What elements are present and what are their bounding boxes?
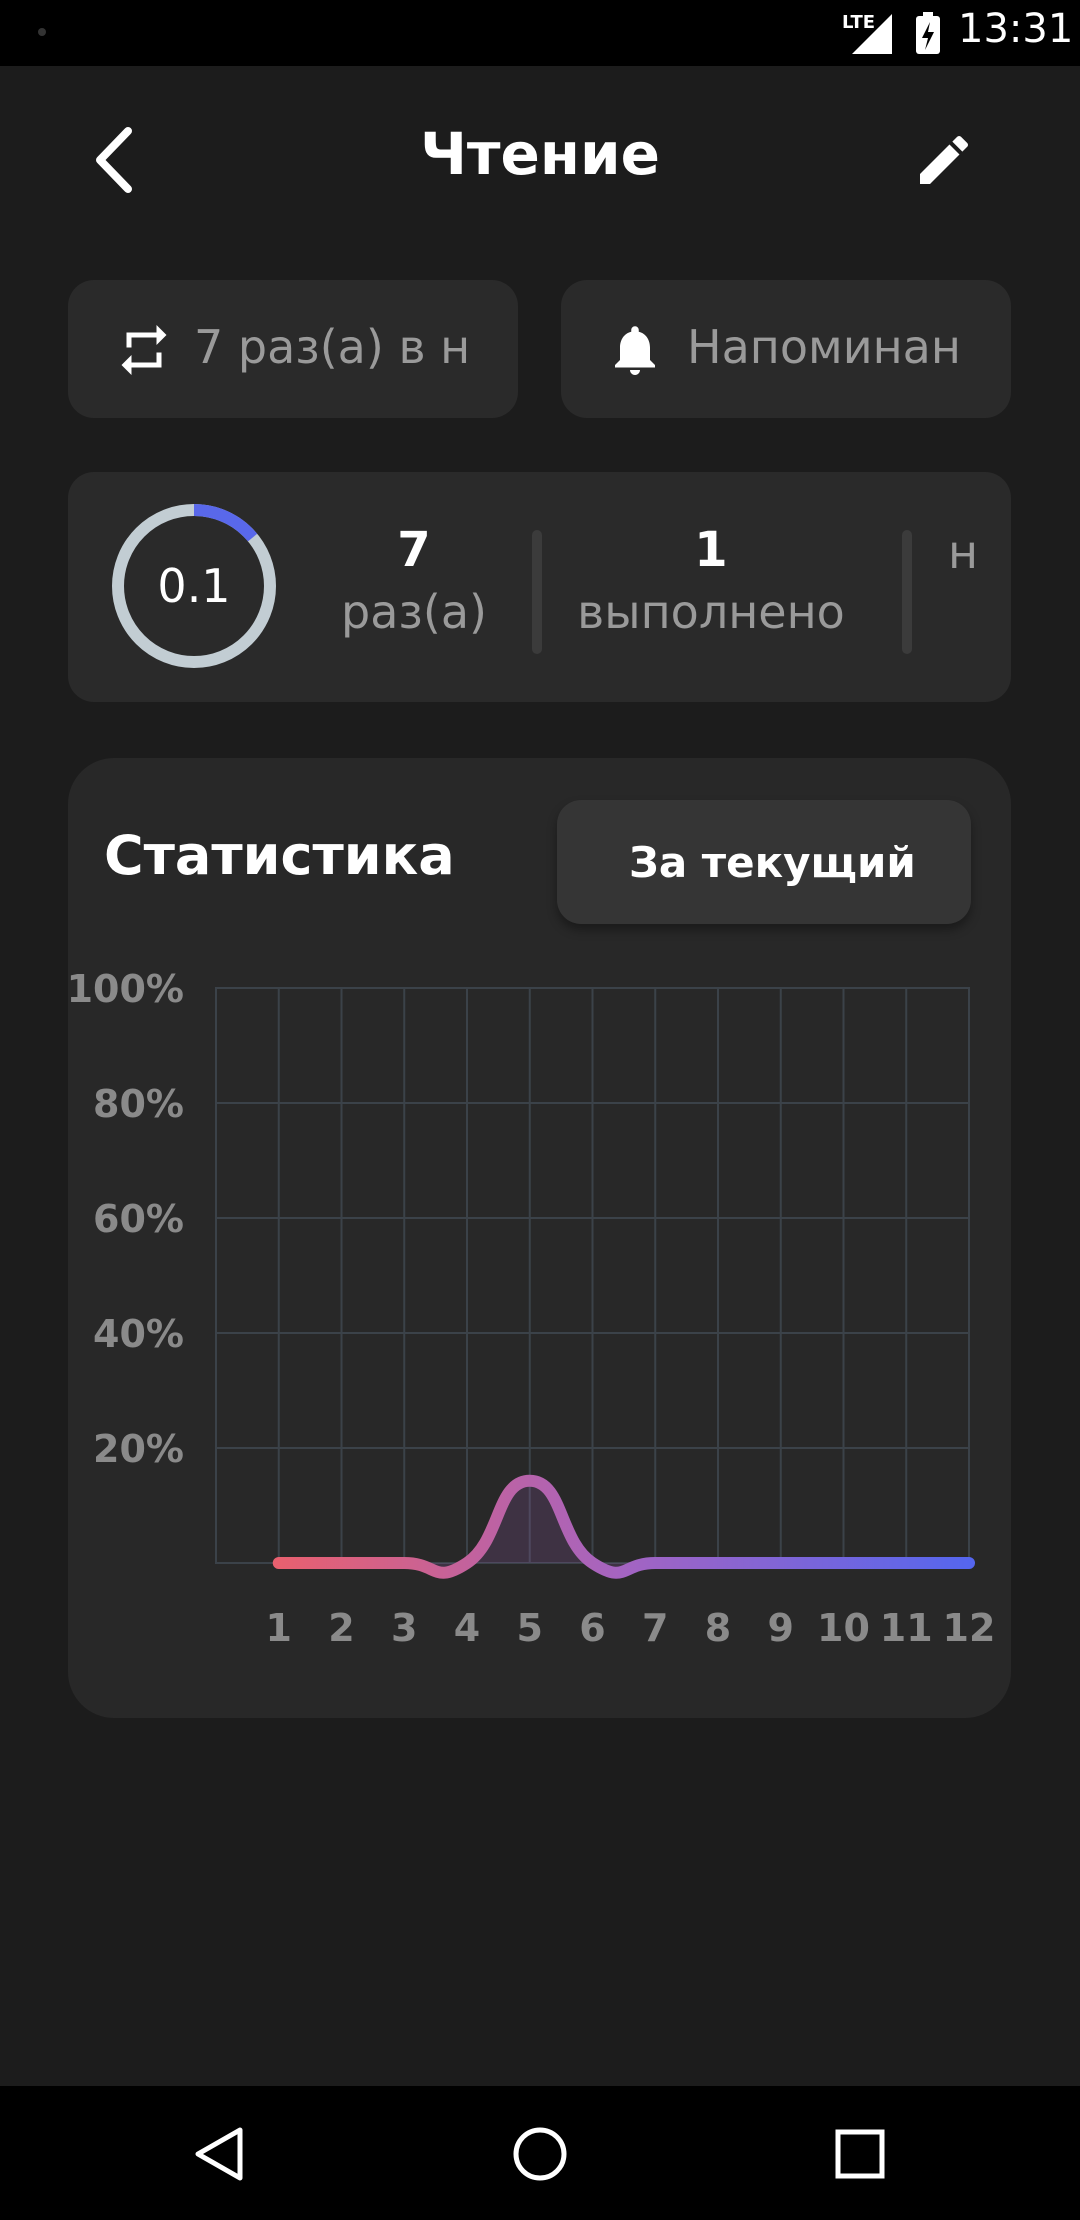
home-nav-icon[interactable] [508, 2122, 572, 2186]
signal-icon [852, 14, 892, 54]
back-nav-icon[interactable] [188, 2122, 252, 2186]
times-stat: 7 раз(а) [324, 520, 504, 644]
reminder-chip[interactable]: Напоминан [561, 280, 1011, 418]
x-tick-label: 1 [266, 1606, 292, 1650]
y-tick-label: 60% [93, 1197, 184, 1241]
x-tick-label: 7 [642, 1606, 668, 1650]
x-tick-label: 3 [391, 1606, 417, 1650]
x-tick-label: 2 [328, 1606, 354, 1650]
done-label: выполнено [577, 585, 845, 639]
edit-pencil-icon[interactable] [912, 128, 976, 192]
notification-dot [38, 28, 46, 36]
recents-nav-icon[interactable] [828, 2122, 892, 2186]
progress-value: 0.1 [157, 559, 231, 613]
x-tick-label: 8 [705, 1606, 731, 1650]
habit-summary-card: 0.1 7 раз(а) 1 выполнено н [68, 472, 1011, 702]
x-tick-label: 4 [454, 1606, 480, 1650]
done-number: 1 [694, 522, 728, 578]
status-bar: LTE 13:31 [0, 0, 1080, 66]
third-stat: н [948, 520, 1011, 584]
statistics-card: Статистика За текущий го 20%40%60%80%100… [68, 758, 1011, 1718]
frequency-chip[interactable]: 7 раз(а) в н [68, 280, 518, 418]
x-tick-label: 12 [943, 1606, 996, 1650]
third-label: н [948, 525, 979, 579]
y-tick-label: 80% [93, 1082, 184, 1126]
progress-chart: 20%40%60%80%100%1 2 3 4 5 6 7 8 9 10 11 12 [68, 967, 996, 1650]
done-stat: 1 выполнено [576, 520, 846, 644]
x-tick-label: 10 [817, 1606, 870, 1650]
repeat-icon [121, 325, 167, 375]
bell-icon [615, 326, 655, 375]
x-tick-label: 6 [579, 1606, 605, 1650]
battery-charging-icon [916, 12, 940, 54]
times-label: раз(а) [341, 585, 487, 639]
times-number: 7 [397, 522, 431, 578]
y-tick-label: 40% [93, 1312, 184, 1356]
y-tick-label: 20% [93, 1427, 184, 1471]
y-tick-label: 100% [68, 967, 184, 1011]
navigation-bar [0, 2086, 1080, 2220]
x-tick-label: 9 [768, 1606, 794, 1650]
stat-divider [902, 530, 912, 654]
clock: 13:31 [958, 6, 1074, 52]
x-tick-label: 5 [517, 1606, 543, 1650]
frequency-label: 7 раз(а) в н [194, 320, 471, 374]
chart-line-series [272, 1474, 975, 1579]
reminder-label: Напоминан [687, 320, 961, 374]
stat-divider [532, 530, 542, 654]
x-tick-label: 11 [880, 1606, 933, 1650]
